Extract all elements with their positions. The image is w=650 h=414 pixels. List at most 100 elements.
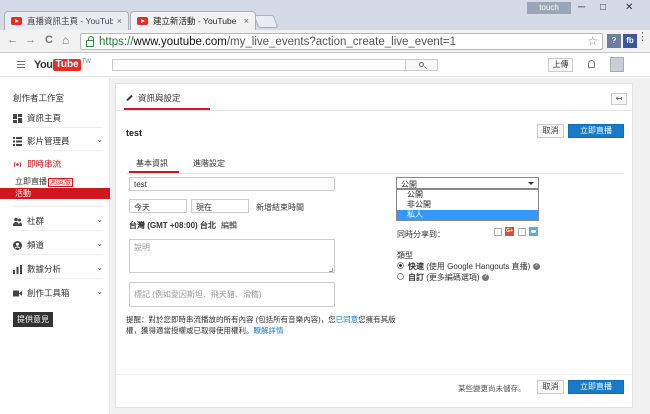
- divider: [13, 230, 103, 231]
- page-title: test: [126, 128, 143, 138]
- sidebar-title[interactable]: 創作者工作室: [13, 92, 64, 104]
- privacy-select[interactable]: 公開: [396, 177, 539, 189]
- forward-arrow-icon[interactable]: →: [25, 34, 36, 46]
- twitter-icon: [529, 227, 538, 236]
- home-icon[interactable]: ⌂: [62, 33, 69, 47]
- sidebar-item-dashboard[interactable]: 資訊主頁: [13, 112, 103, 124]
- chevron-down-icon[interactable]: ⌄: [96, 215, 103, 224]
- share-gplus-checkbox[interactable]: [494, 228, 502, 236]
- go-live-button[interactable]: 立即直播: [568, 124, 624, 138]
- back-arrow-icon[interactable]: ←: [7, 34, 18, 46]
- browser-menu-icon[interactable]: ⋮: [637, 32, 648, 43]
- sidebar-item-analytics[interactable]: 數據分析 ⌄: [13, 263, 103, 275]
- new-tab-button[interactable]: [253, 15, 279, 28]
- reload-icon[interactable]: C: [45, 34, 53, 46]
- sidebar-item-create[interactable]: 創作工具箱 ⌄: [13, 287, 103, 299]
- sidebar-item-video-manager[interactable]: 影片管理員 ⌄: [13, 135, 103, 147]
- agreed-terms-link[interactable]: 已同意: [336, 315, 359, 324]
- tags-input[interactable]: 標記 (例如愛因斯坦、飛天豬、滑稽): [129, 282, 335, 307]
- lock-icon: [86, 36, 94, 47]
- bookmark-star-icon[interactable]: ☆: [587, 34, 598, 48]
- privacy-option-public[interactable]: 公開: [397, 190, 538, 200]
- textarea-resize-handle[interactable]: [329, 268, 333, 272]
- help-icon[interactable]: ?: [481, 274, 489, 282]
- chevron-down-icon[interactable]: ⌄: [96, 135, 103, 144]
- type-heading: 類型: [397, 251, 413, 260]
- sidebar-item-channel[interactable]: 頻道 ⌄: [13, 239, 103, 251]
- sidebar-item-label: 數據分析: [27, 264, 62, 274]
- chevron-down-icon[interactable]: ⌄: [96, 263, 103, 272]
- avatar[interactable]: [610, 57, 624, 72]
- browser-tab-create-event[interactable]: 建立新活動 - YouTube ×: [130, 11, 256, 30]
- address-bar[interactable]: https://www.youtube.com/my_live_events?a…: [80, 33, 603, 50]
- share-twitter-checkbox[interactable]: [518, 228, 526, 236]
- sidebar-item-label: 頻道: [27, 240, 45, 250]
- hamburger-menu-icon[interactable]: [17, 61, 25, 68]
- privacy-option-unlisted[interactable]: 非公開: [397, 200, 538, 210]
- google-plus-icon: G+: [505, 227, 514, 236]
- help-icon[interactable]: ?: [532, 263, 540, 271]
- youtube-header: You Tube TW 上傳: [0, 53, 650, 77]
- add-end-time-link[interactable]: 新增結束時間: [256, 202, 304, 213]
- tab-close-icon[interactable]: ×: [117, 16, 122, 26]
- minimize-icon[interactable]: ─: [578, 2, 585, 13]
- privacy-option-private[interactable]: 私人: [397, 210, 538, 220]
- sidebar-item-community[interactable]: 社群 ⌄: [13, 215, 103, 227]
- browser-titlebar: 直播資訊主頁 - YouTube × 建立新活動 - YouTube × tou…: [0, 0, 650, 30]
- description-textarea[interactable]: 說明: [129, 239, 335, 273]
- type-quick-radio[interactable]: [397, 262, 404, 269]
- analytics-bar-icon: [13, 264, 22, 274]
- notifications-bell-icon[interactable]: [588, 60, 595, 68]
- type-custom-radio[interactable]: [397, 273, 404, 280]
- close-window-icon[interactable]: ✕: [625, 2, 633, 13]
- maximize-icon[interactable]: □: [600, 2, 606, 13]
- start-date-input[interactable]: 今天: [129, 199, 187, 213]
- sidebar-item-label: 即時串流: [27, 159, 62, 169]
- start-time-input[interactable]: 現在: [191, 199, 249, 213]
- timezone-label: 台灣 (GMT +08:00) 台北: [129, 221, 216, 230]
- back-to-list-button[interactable]: ↤: [611, 93, 627, 105]
- chevron-down-icon: [528, 182, 534, 185]
- facebook-extension-icon[interactable]: fb: [623, 34, 637, 48]
- edit-timezone-link[interactable]: 編輯: [221, 220, 237, 231]
- youtube-logo[interactable]: You Tube TW: [34, 59, 91, 71]
- send-feedback-button[interactable]: 提供意見: [13, 312, 53, 327]
- youtube-favicon-icon: [11, 17, 22, 25]
- title-input[interactable]: test: [129, 177, 335, 191]
- divider: [116, 374, 632, 375]
- divider: [116, 110, 632, 111]
- tab-title: 建立新活動 - YouTube: [153, 16, 237, 26]
- search-input[interactable]: [112, 59, 406, 71]
- divider: [13, 127, 103, 128]
- youtube-favicon-icon: [137, 17, 148, 25]
- upload-button[interactable]: 上傳: [548, 58, 573, 72]
- divider: [13, 206, 103, 207]
- sidebar-sub-item-go-live[interactable]: 立即直播 測試版: [15, 176, 73, 187]
- privacy-dropdown-list: 公開 非公開 私人: [396, 189, 539, 221]
- footer-cancel-button[interactable]: 取消: [537, 380, 564, 394]
- chevron-down-icon[interactable]: ⌄: [96, 239, 103, 248]
- pencil-icon: [126, 94, 133, 102]
- search-icon: [419, 62, 424, 67]
- tab-basic-info[interactable]: 基本資訊: [136, 158, 168, 169]
- sidebar-sub-item-events[interactable]: 活動: [0, 188, 110, 199]
- cancel-button[interactable]: 取消: [537, 124, 564, 138]
- video-manager-icon: [13, 136, 22, 146]
- dashboard-icon: [13, 113, 22, 123]
- tab-advanced-settings[interactable]: 進階設定: [193, 158, 225, 169]
- browser-tab-live-dashboard[interactable]: 直播資訊主頁 - YouTube ×: [4, 11, 129, 30]
- learn-more-link[interactable]: 瞭解詳情: [254, 326, 284, 335]
- url-text: https://www.youtube.com/my_live_events?a…: [99, 35, 457, 48]
- beta-badge: 測試版: [48, 178, 73, 187]
- sidebar-item-label: 創作工具箱: [27, 288, 70, 298]
- extension-icon[interactable]: ?: [607, 34, 621, 48]
- chevron-down-icon[interactable]: ⌄: [96, 287, 103, 296]
- tab-close-icon[interactable]: ×: [244, 16, 249, 26]
- tab-title: 直播資訊主頁 - YouTube: [27, 16, 113, 26]
- footer-go-live-button[interactable]: 立即直播: [568, 380, 624, 394]
- divider: [126, 173, 624, 174]
- tab-info-settings[interactable]: 資訊與設定: [126, 92, 181, 104]
- sidebar-item-live-streaming[interactable]: 即時串流: [13, 158, 103, 170]
- search-button[interactable]: [406, 59, 438, 71]
- profile-badge[interactable]: touch: [527, 2, 571, 14]
